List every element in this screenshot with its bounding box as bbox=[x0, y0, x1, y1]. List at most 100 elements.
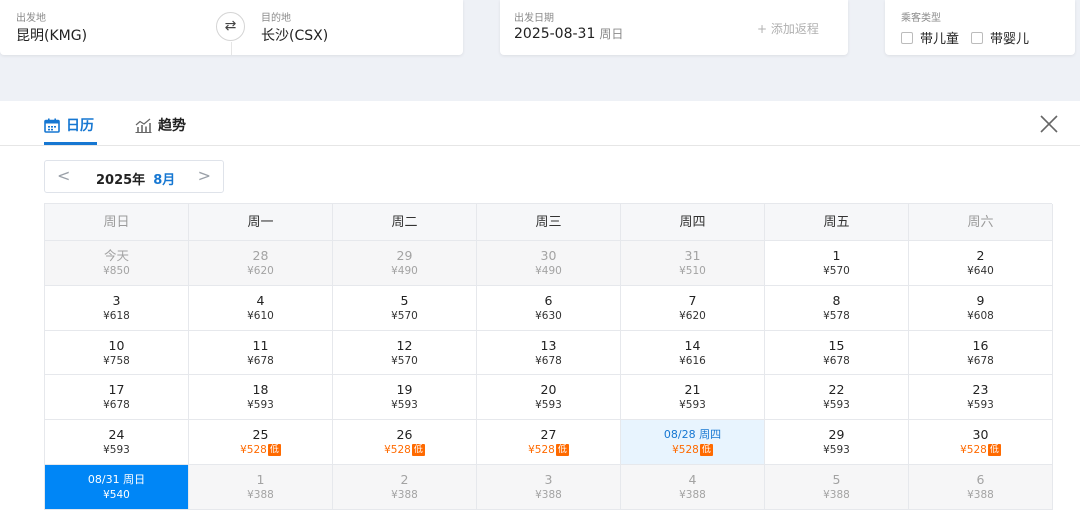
calendar-day[interactable]: 16 ¥678 bbox=[909, 330, 1053, 376]
day-number: 24 bbox=[108, 427, 125, 443]
day-number: 18 bbox=[252, 382, 269, 398]
infant-checkbox-label: 带婴儿 bbox=[990, 32, 1030, 47]
price-text: ¥593 bbox=[679, 399, 706, 412]
day-price: ¥593 bbox=[765, 398, 908, 412]
day-number: 28 bbox=[252, 248, 269, 263]
day-number: 22 bbox=[828, 382, 845, 398]
price-text: ¥540 bbox=[103, 488, 130, 501]
calendar-day[interactable]: 11 ¥678 bbox=[189, 330, 333, 376]
day-price: ¥610 bbox=[189, 309, 332, 323]
day-number: 6 bbox=[976, 471, 985, 487]
day-number: 21 bbox=[684, 382, 701, 398]
calendar-day[interactable]: 29 ¥593 bbox=[765, 420, 909, 465]
infant-checkbox-box[interactable] bbox=[971, 31, 983, 44]
calendar-day[interactable]: 30 ¥528 低 bbox=[909, 420, 1053, 465]
price-text: ¥578 bbox=[823, 309, 850, 322]
calendar-day[interactable]: 13 ¥678 bbox=[477, 330, 621, 376]
calendar-day[interactable]: 22 ¥593 bbox=[765, 375, 909, 421]
day-price: ¥388 bbox=[477, 488, 620, 502]
add-return-button[interactable]: + 添加返程 bbox=[757, 20, 819, 37]
calendar-day[interactable]: 15 ¥678 bbox=[765, 330, 909, 376]
day-price: ¥593 bbox=[909, 398, 1052, 412]
calendar-day[interactable]: 27 ¥528 低 bbox=[477, 420, 621, 465]
price-text: ¥620 bbox=[679, 309, 706, 322]
calendar-day[interactable]: 2 ¥640 bbox=[909, 241, 1053, 286]
day-number: 26 bbox=[396, 427, 413, 443]
day-number: 今天 bbox=[103, 248, 129, 263]
child-checkbox-box[interactable] bbox=[901, 31, 913, 44]
close-icon[interactable] bbox=[1038, 113, 1060, 135]
destination-value[interactable]: 长沙(CSX) bbox=[261, 25, 328, 45]
price-text: ¥593 bbox=[535, 399, 562, 412]
calendar-day[interactable]: 8 ¥578 bbox=[765, 285, 909, 331]
departure-weekday: 周日 bbox=[599, 27, 624, 41]
day-price: ¥620 bbox=[189, 264, 332, 278]
day-price: ¥388 bbox=[333, 488, 476, 502]
calendar-day[interactable]: 23 ¥593 bbox=[909, 375, 1053, 421]
calendar-day[interactable]: 5 ¥570 bbox=[333, 285, 477, 331]
day-price: ¥620 bbox=[621, 309, 764, 323]
calendar-day: 30 ¥490 bbox=[477, 241, 621, 286]
chevron-right-icon[interactable]: > bbox=[198, 166, 211, 185]
day-number: 2 bbox=[976, 248, 985, 263]
departure-date-value[interactable]: 2025-08-31 周日 bbox=[514, 25, 623, 42]
day-number: 08/28 周四 bbox=[663, 428, 722, 442]
year-text: 2025年 bbox=[96, 173, 146, 188]
day-number: 7 bbox=[688, 292, 697, 308]
price-text: ¥618 bbox=[103, 309, 130, 322]
infant-checkbox[interactable]: 带婴儿 bbox=[971, 28, 1029, 47]
day-number: 16 bbox=[972, 337, 989, 353]
price-text: ¥528 bbox=[960, 444, 987, 457]
price-text: ¥570 bbox=[391, 354, 418, 367]
calendar-day[interactable]: 14 ¥616 bbox=[621, 330, 765, 376]
destination-label: 目的地 bbox=[261, 13, 291, 24]
chevron-left-icon[interactable]: < bbox=[57, 166, 70, 185]
calendar-day[interactable]: 18 ¥593 bbox=[189, 375, 333, 421]
price-text: ¥593 bbox=[103, 444, 130, 457]
calendar-day[interactable]: 9 ¥608 bbox=[909, 285, 1053, 331]
day-price: ¥593 bbox=[477, 398, 620, 412]
calendar-icon bbox=[44, 118, 60, 133]
calendar-day[interactable]: 20 ¥593 bbox=[477, 375, 621, 421]
day-number: 29 bbox=[828, 427, 845, 443]
day-number: 13 bbox=[540, 337, 557, 353]
child-checkbox[interactable]: 带儿童 bbox=[901, 28, 959, 47]
calendar-day[interactable]: 19 ¥593 bbox=[333, 375, 477, 421]
calendar-day[interactable]: 3 ¥618 bbox=[45, 285, 189, 331]
tab-calendar[interactable]: 日历 bbox=[44, 115, 94, 135]
calendar-day[interactable]: 10 ¥758 bbox=[45, 330, 189, 376]
day-price: ¥528 低 bbox=[189, 443, 332, 457]
calendar-day[interactable]: 26 ¥528 低 bbox=[333, 420, 477, 465]
calendar-day[interactable]: 4 ¥610 bbox=[189, 285, 333, 331]
price-text: ¥593 bbox=[247, 399, 274, 412]
day-price: ¥678 bbox=[189, 354, 332, 368]
day-price: ¥528 低 bbox=[621, 443, 764, 457]
calendar-day-selected[interactable]: 08/31 周日 ¥540 bbox=[45, 464, 189, 510]
calendar-day[interactable]: 17 ¥678 bbox=[45, 375, 189, 421]
origin-value[interactable]: 昆明(KMG) bbox=[16, 25, 87, 45]
swap-route-button[interactable]: ⇄ bbox=[216, 12, 245, 41]
day-number: 31 bbox=[684, 248, 701, 263]
day-number: 8 bbox=[832, 292, 841, 308]
day-number: 20 bbox=[540, 382, 557, 398]
calendar-day[interactable]: 7 ¥620 bbox=[621, 285, 765, 331]
day-number: 4 bbox=[688, 471, 697, 487]
price-text: ¥388 bbox=[823, 488, 850, 501]
calendar-day[interactable]: 1 ¥570 bbox=[765, 241, 909, 286]
day-price: ¥570 bbox=[333, 354, 476, 368]
tab-trend[interactable]: 趋势 bbox=[135, 115, 186, 135]
child-checkbox-label: 带儿童 bbox=[920, 32, 960, 47]
price-text: ¥593 bbox=[967, 399, 994, 412]
weekday-header: 周二 bbox=[333, 204, 477, 241]
weekday-header: 周六 bbox=[909, 204, 1053, 241]
price-text: ¥528 bbox=[528, 444, 555, 457]
day-number: 9 bbox=[976, 292, 985, 308]
calendar-day[interactable]: 12 ¥570 bbox=[333, 330, 477, 376]
calendar-day: 4 ¥388 bbox=[621, 464, 765, 510]
calendar-day[interactable]: 08/28 周四 ¥528 低 bbox=[621, 420, 765, 465]
calendar-day[interactable]: 21 ¥593 bbox=[621, 375, 765, 421]
calendar-day[interactable]: 24 ¥593 bbox=[45, 420, 189, 465]
calendar-day: 3 ¥388 bbox=[477, 464, 621, 510]
calendar-day[interactable]: 25 ¥528 低 bbox=[189, 420, 333, 465]
calendar-day[interactable]: 6 ¥630 bbox=[477, 285, 621, 331]
